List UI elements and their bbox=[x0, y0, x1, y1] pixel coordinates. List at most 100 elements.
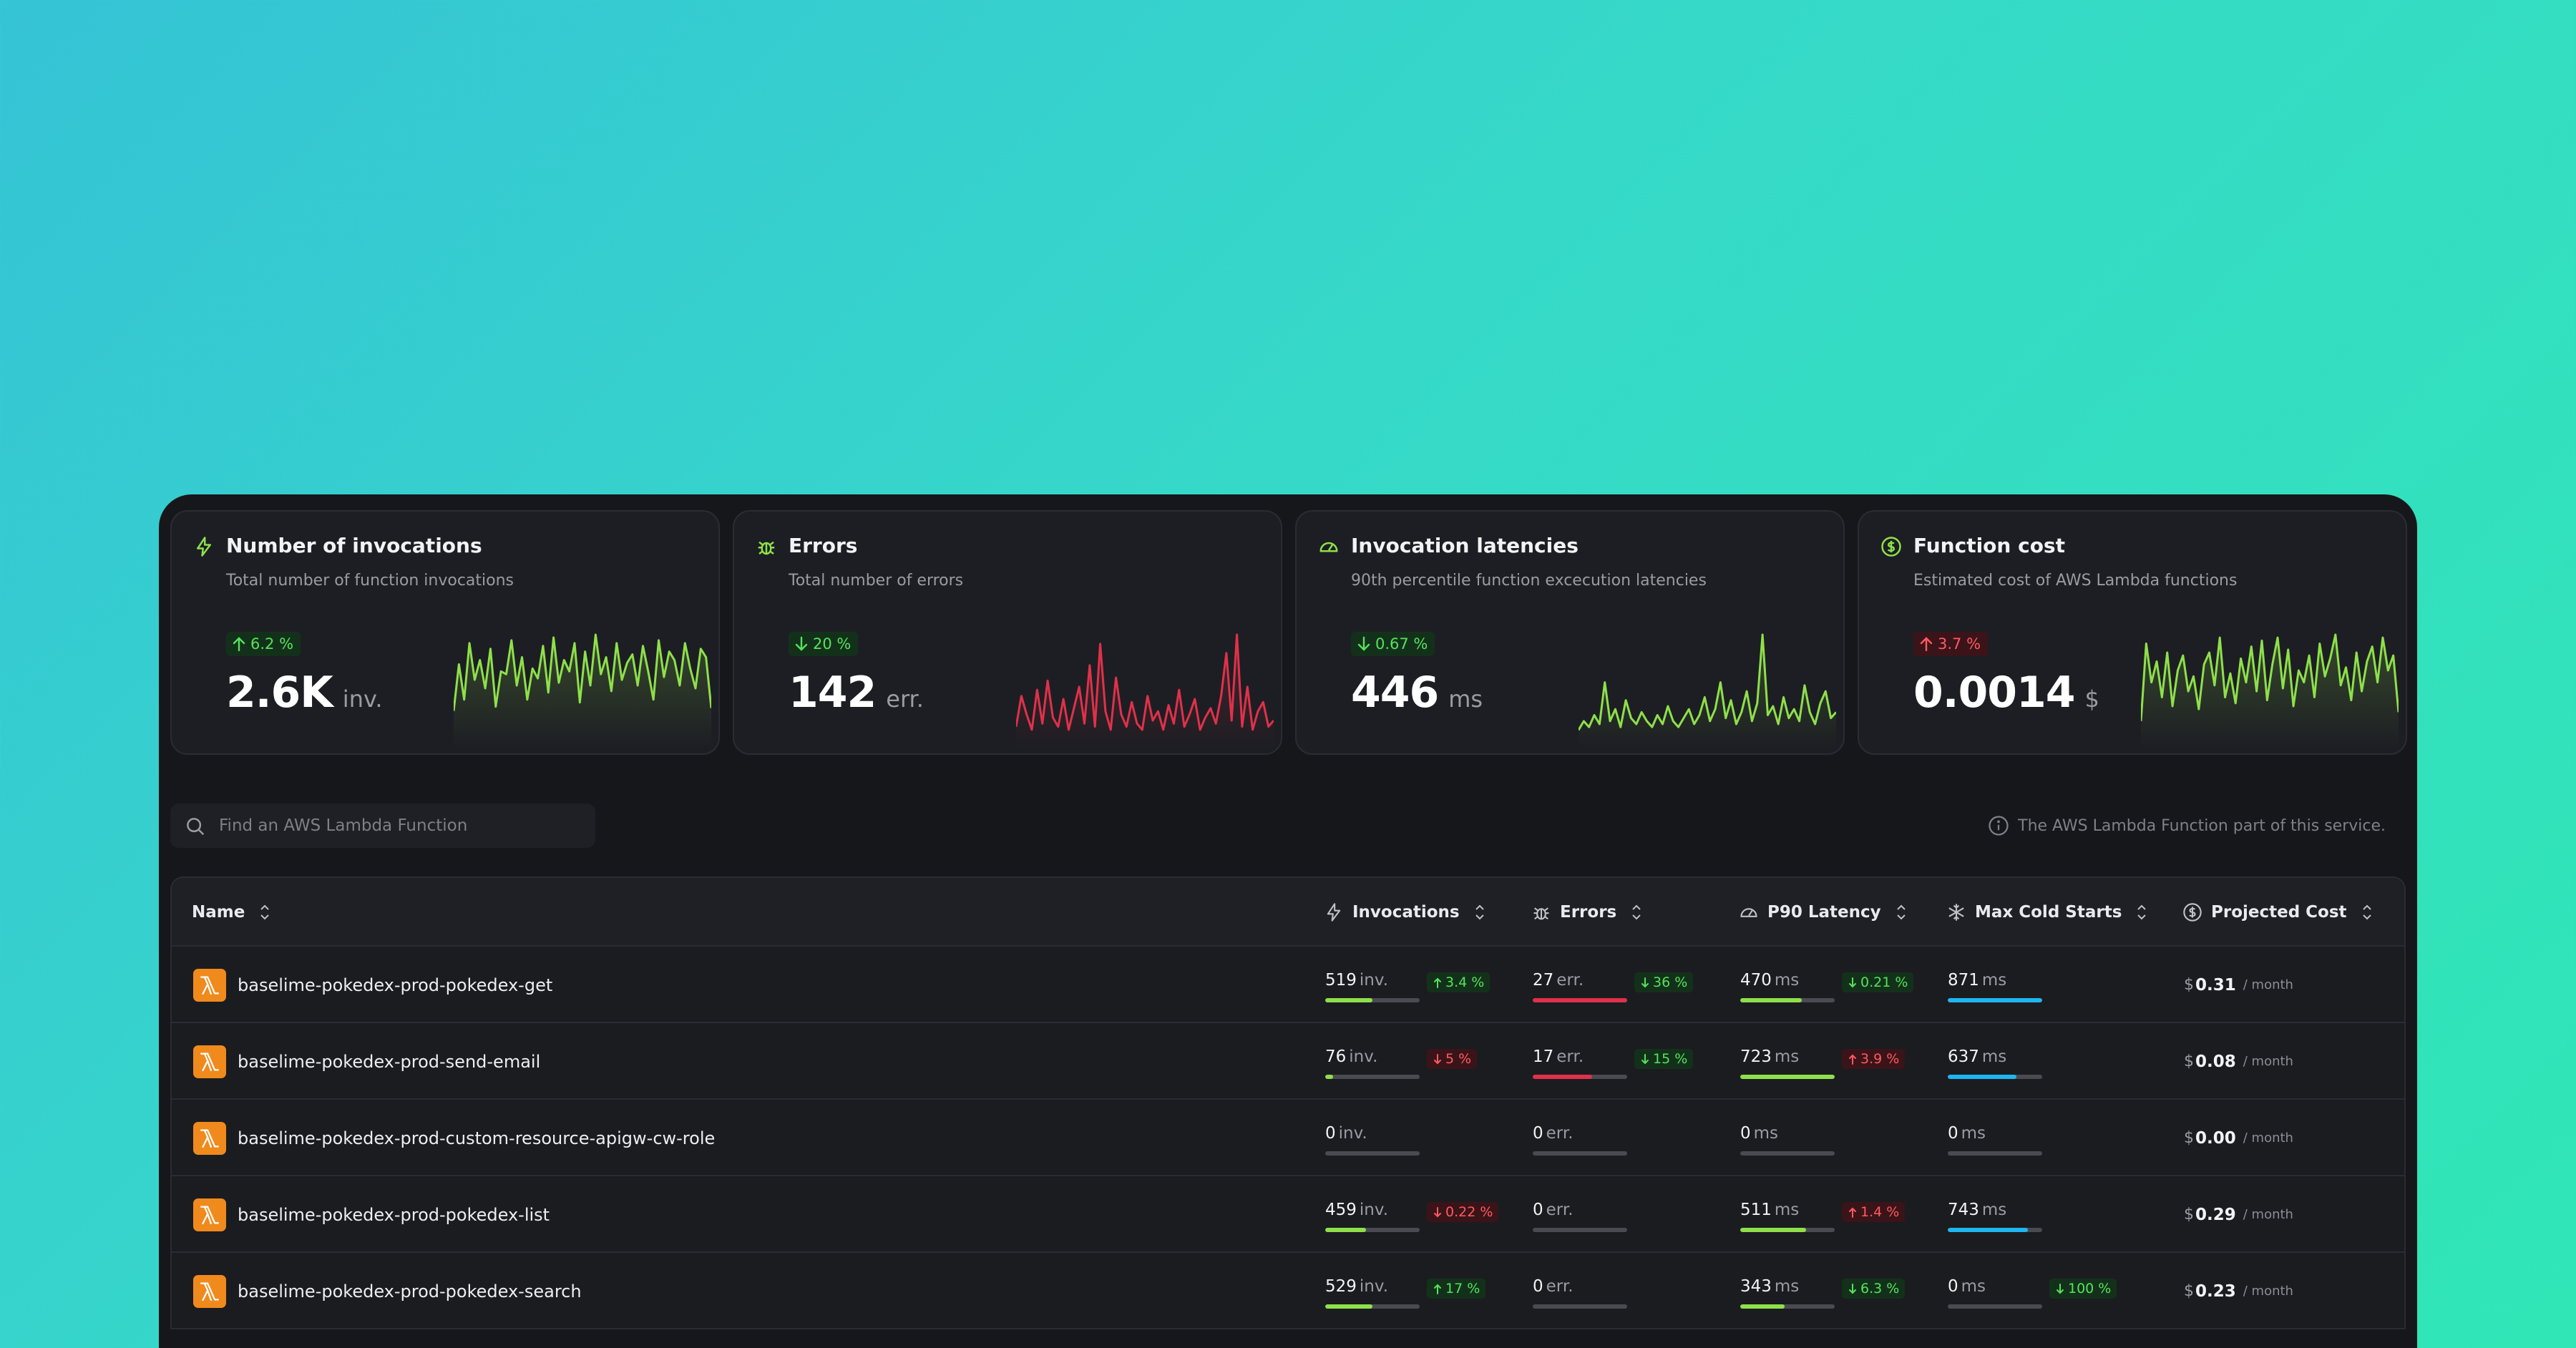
sort-icon bbox=[1896, 904, 1906, 920]
errors-cell: 27 err. 36 % bbox=[1533, 971, 1694, 1002]
card-value: 2.6K inv. bbox=[226, 668, 383, 718]
cold-bar bbox=[1948, 998, 2042, 1002]
cold-unit: ms bbox=[1961, 1277, 1986, 1296]
errors-cell: 0 err. bbox=[1533, 1124, 1627, 1156]
column-header-name[interactable]: Name bbox=[192, 878, 270, 947]
latency-delta-value: 1.4 % bbox=[1860, 1204, 1900, 1220]
search-box[interactable] bbox=[170, 804, 595, 848]
latency-unit: ms bbox=[1774, 1277, 1800, 1296]
invocations-bar-fill bbox=[1325, 998, 1372, 1002]
latency-delta-badge: 6.3 % bbox=[1842, 1279, 1906, 1299]
card-delta-value: 3.7 % bbox=[1938, 635, 1981, 653]
card-value-unit: err. bbox=[886, 685, 924, 713]
cold-bar-fill bbox=[1948, 998, 2042, 1002]
invocations-value: 459 inv. bbox=[1325, 1201, 1389, 1219]
cold-bar-fill bbox=[1948, 1228, 2029, 1232]
column-header-cold-starts[interactable]: Max Cold Starts bbox=[1946, 878, 2147, 947]
latency-value: 511 ms bbox=[1740, 1201, 1800, 1219]
errors-unit: err. bbox=[1546, 1277, 1574, 1296]
cold-value: 743 ms bbox=[1948, 1201, 2007, 1219]
table-row[interactable]: baselime-pokedex-prod-pokedex-get 519 inv… bbox=[172, 947, 2404, 1023]
invocations-value: 519 inv. bbox=[1325, 971, 1389, 990]
arrow-down-icon bbox=[1849, 1283, 1856, 1294]
lambda-icon bbox=[193, 1274, 226, 1308]
table-row[interactable]: baselime-pokedex-prod-custom-resource-ap… bbox=[172, 1100, 2404, 1176]
cost-cell: $ 0.23 / month bbox=[2184, 1253, 2293, 1329]
card-value: 0.0014 $ bbox=[1913, 668, 2099, 718]
search-input[interactable] bbox=[219, 804, 577, 848]
cost-period: / month bbox=[2243, 1284, 2293, 1299]
invocations-bar-fill bbox=[1325, 1304, 1372, 1309]
cold-delta-badge: 100 % bbox=[2049, 1279, 2117, 1299]
cost-value: 0.00 bbox=[2195, 1128, 2236, 1148]
invocations-delta-badge: 3.4 % bbox=[1427, 972, 1491, 992]
table-row[interactable]: baselime-pokedex-prod-send-email 76 inv. … bbox=[172, 1023, 2404, 1100]
invocations-cell: 529 inv. 17 % bbox=[1325, 1277, 1486, 1309]
sparkline-chart bbox=[1579, 633, 1836, 748]
invocations-bar bbox=[1325, 1151, 1420, 1156]
dashboard-panel: Number of invocations Total number of fu… bbox=[159, 494, 2417, 1348]
bug-icon bbox=[758, 541, 775, 555]
errors-unit: err. bbox=[1556, 971, 1584, 990]
card-subtitle: Total number of function invocations bbox=[226, 572, 514, 590]
info-icon bbox=[1989, 816, 2009, 836]
info-text: The AWS Lambda Function part of this ser… bbox=[2018, 816, 2386, 835]
arrow-down-icon bbox=[1641, 1053, 1649, 1064]
summary-cards: Number of invocations Total number of fu… bbox=[170, 510, 2407, 755]
info-note: The AWS Lambda Function part of this ser… bbox=[1988, 815, 2386, 836]
errors-bar bbox=[1533, 1075, 1627, 1079]
errors-delta-value: 15 % bbox=[1653, 1051, 1688, 1067]
column-header-label: Max Cold Starts bbox=[1975, 903, 2122, 922]
sort-icon bbox=[260, 904, 270, 920]
function-name: baselime-pokedex-prod-pokedex-list bbox=[238, 1204, 550, 1225]
function-name-cell[interactable]: baselime-pokedex-prod-send-email bbox=[193, 1023, 540, 1100]
latency-bar-fill bbox=[1740, 1228, 1807, 1232]
invocations-delta-value: 0.22 % bbox=[1445, 1204, 1493, 1220]
invocations-value: 529 inv. bbox=[1325, 1277, 1389, 1296]
latency-cell: 723 ms 3.9 % bbox=[1740, 1047, 1906, 1079]
function-name-cell[interactable]: baselime-pokedex-prod-pokedex-search bbox=[193, 1253, 582, 1329]
column-header-latency[interactable]: P90 Latency bbox=[1739, 878, 1907, 947]
cost-value: 0.29 bbox=[2195, 1205, 2236, 1224]
metric-card: Errors Total number of errors 20 % 142 e… bbox=[733, 510, 1282, 755]
function-name-cell[interactable]: baselime-pokedex-prod-pokedex-list bbox=[193, 1176, 550, 1253]
errors-bar-fill bbox=[1533, 998, 1627, 1002]
latency-bar-fill bbox=[1740, 1075, 1835, 1079]
column-header-errors[interactable]: Errors bbox=[1531, 878, 1642, 947]
function-name-cell[interactable]: baselime-pokedex-prod-custom-resource-ap… bbox=[193, 1100, 715, 1176]
latency-value: 470 ms bbox=[1740, 971, 1800, 990]
cost-cell: $ 0.29 / month bbox=[2184, 1176, 2293, 1253]
card-value-number: 446 bbox=[1351, 668, 1439, 718]
card-delta-badge: 6.2 % bbox=[226, 632, 301, 656]
function-name-cell[interactable]: baselime-pokedex-prod-pokedex-get bbox=[193, 947, 552, 1023]
card-delta-value: 20 % bbox=[813, 635, 852, 653]
table-row[interactable]: baselime-pokedex-prod-pokedex-search 529… bbox=[172, 1253, 2404, 1329]
cold-bar bbox=[1948, 1228, 2042, 1232]
column-header-label: Name bbox=[192, 903, 245, 922]
card-subtitle: 90th percentile function excecution late… bbox=[1351, 572, 1707, 590]
latency-bar-fill bbox=[1740, 1304, 1785, 1309]
errors-delta-badge: 36 % bbox=[1634, 972, 1694, 992]
latency-bar bbox=[1740, 998, 1835, 1002]
latency-cell: 343 ms 6.3 % bbox=[1740, 1277, 1906, 1309]
metric-card: Function cost Estimated cost of AWS Lamb… bbox=[1858, 510, 2407, 755]
errors-bar-fill bbox=[1533, 1075, 1593, 1079]
sort-icon bbox=[2362, 904, 2371, 920]
arrow-down-icon bbox=[1434, 1053, 1441, 1064]
lambda-icon bbox=[193, 968, 226, 1002]
latency-bar bbox=[1740, 1228, 1835, 1232]
arrow-down-icon bbox=[2057, 1283, 2064, 1294]
invocations-bar-fill bbox=[1325, 1075, 1333, 1079]
cost-value: 0.08 bbox=[2195, 1052, 2236, 1071]
arrow-up-icon bbox=[1849, 1054, 1856, 1065]
column-header-cost[interactable]: Projected Cost bbox=[2182, 878, 2373, 947]
errors-value: 0 err. bbox=[1533, 1124, 1574, 1143]
column-header-invocations[interactable]: Invocations bbox=[1324, 878, 1485, 947]
table-row[interactable]: baselime-pokedex-prod-pokedex-list 459 in… bbox=[172, 1176, 2404, 1253]
errors-value: 27 err. bbox=[1533, 971, 1584, 990]
dollar-circle-icon bbox=[1881, 537, 1901, 557]
card-value-number: 142 bbox=[789, 668, 877, 718]
invocations-delta-badge: 0.22 % bbox=[1427, 1202, 1499, 1222]
card-value: 142 err. bbox=[789, 668, 924, 718]
cold-value: 871 ms bbox=[1948, 971, 2007, 990]
